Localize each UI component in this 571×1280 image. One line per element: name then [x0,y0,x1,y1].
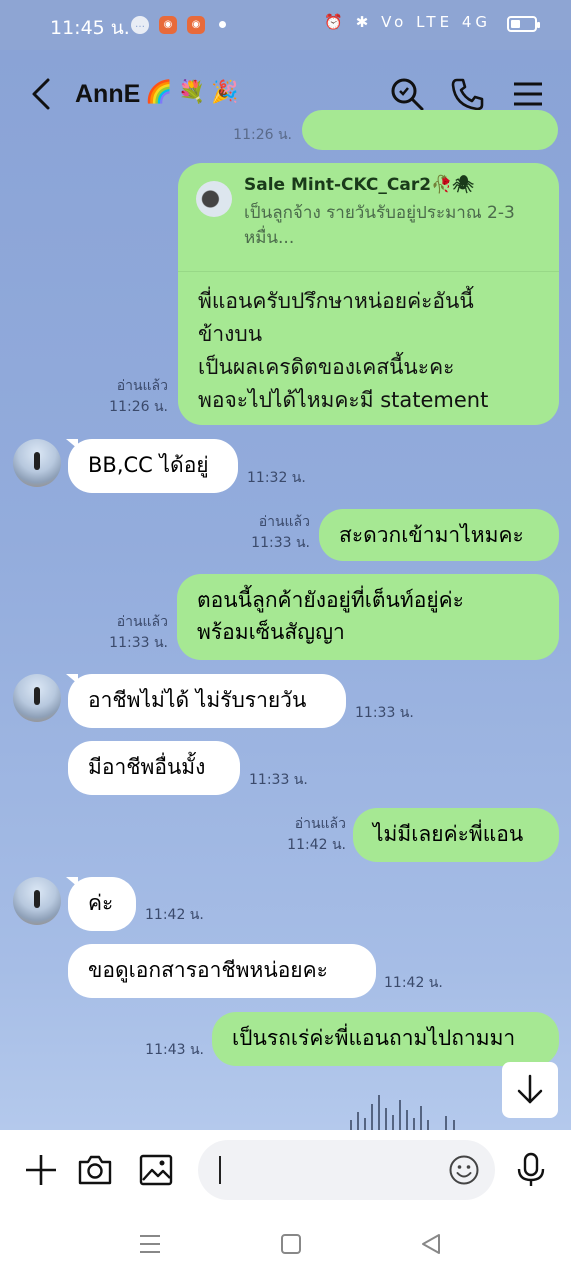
avatar[interactable] [13,877,61,925]
battery-icon [507,16,540,32]
quoted-message[interactable]: Sale Mint-CKC_Car2🥀🕷 เป็นลูกจ้าง รายวันร… [178,163,559,272]
message-bubble-outgoing[interactable]: สะดวกเข้ามาไหมคะ [319,509,559,561]
menu-lines-icon[interactable] [138,1232,162,1256]
triangle-back-icon[interactable] [419,1232,443,1256]
message-text: พี่แอนครับปรึกษาหน่อยค่ะอันนี้ ข้างบน เป… [198,289,489,412]
message-meta: อ่านแล้ว 11:26 น. [100,376,168,418]
emoji-icon[interactable] [448,1154,480,1186]
message-text: อาชีพไม่ได้ ไม่รับรายวัน [88,688,307,712]
message-text: มีอาชีพอื่นมั้ง [88,755,206,779]
message-meta: อ่านแล้ว 11:33 น. [240,512,310,554]
background-waveform [350,1095,455,1130]
message-bubble-with-reply[interactable]: Sale Mint-CKC_Car2🥀🕷 เป็นลูกจ้าง รายวันร… [178,163,559,425]
app-notification-icon: ◉ [187,16,205,34]
phone-icon[interactable] [449,76,485,112]
message-text: ขอดูเอกสารอาชีพหน่อยคะ [88,958,328,982]
message-time: 11:42 น. [384,975,443,991]
title-emoji: 💐 [178,80,206,105]
message-input[interactable] [198,1140,495,1200]
camera-icon[interactable] [77,1152,113,1188]
message-meta: อ่านแล้ว 11:33 น. [100,612,168,654]
message-time: 11:33 น. [109,635,168,651]
message-text: สะดวกเข้ามาไหมคะ [339,523,524,547]
quoted-avatar [196,181,232,217]
chat-area[interactable]: AnnE 🌈 💐 🎉 11:26 น. Sale Mint-CKC_Car2🥀🕷… [0,50,571,1130]
title-emoji: 🌈 [145,80,173,105]
avatar[interactable] [13,674,61,722]
read-receipt: อ่านแล้ว [116,614,168,630]
read-receipt: อ่านแล้ว [294,816,346,832]
message-text: ไม่มีเลยค่ะพี่แอน [373,822,524,846]
status-icons: ⏰ ✱ Vo LTE 4G [324,13,491,31]
menu-icon[interactable] [510,76,546,112]
message-time: 11:43 น. [145,1042,204,1058]
square-icon[interactable] [279,1232,303,1256]
scroll-to-bottom-button[interactable] [502,1062,558,1118]
message-time: 11:33 น. [251,535,310,551]
mic-icon[interactable] [513,1152,549,1188]
message-bubble-outgoing[interactable]: ตอนนี้ลูกค้ายังอยู่ที่เต็นท์อยู่ค่ะ พร้อ… [177,574,559,660]
message-text: ค่ะ [88,891,114,915]
message-bubble-incoming[interactable]: มีอาชีพอื่นมั้ง [68,741,240,795]
message-bubble-incoming[interactable]: BB,CC ได้อยู่ [68,439,238,493]
status-time: 11:45 น. [50,17,130,39]
message-meta: อ่านแล้ว 11:42 น. [276,814,346,856]
title-emoji: 🎉 [211,80,239,105]
chat-title[interactable]: AnnE [75,80,140,109]
message-input-bar [0,1130,571,1210]
message-bubble-partial[interactable] [302,110,558,150]
message-time: 11:32 น. [247,470,306,486]
message-time: 11:42 น. [145,907,204,923]
message-time: 11:42 น. [287,837,346,853]
message-bubble-incoming[interactable]: ขอดูเอกสารอาชีพหน่อยคะ [68,944,376,998]
plus-icon[interactable] [23,1152,59,1188]
system-nav-bar [0,1210,571,1280]
message-text: BB,CC ได้อยู่ [88,453,209,477]
message-time: 11:33 น. [249,772,308,788]
read-receipt: อ่านแล้ว [258,514,310,530]
search-icon[interactable] [389,76,425,112]
read-receipt: อ่านแล้ว [116,378,168,394]
message-text: เป็นรถเร่ค่ะพี่แอนถามไปถามมา [232,1026,516,1050]
quoted-text: เป็นลูกจ้าง รายวันรับอยู่ประมาณ 2-3 หมื่… [244,203,515,248]
message-time: 11:33 น. [355,705,414,721]
message-bubble-incoming[interactable]: ค่ะ [68,877,136,931]
app-notification-icon: ◉ [159,16,177,34]
message-time: 11:26 น. [233,127,292,143]
image-icon[interactable] [138,1152,174,1188]
back-button[interactable] [26,76,56,112]
message-bubble-incoming[interactable]: อาชีพไม่ได้ ไม่รับรายวัน [68,674,346,728]
arrow-down-icon [517,1074,543,1104]
message-bubble-outgoing[interactable]: ไม่มีเลยค่ะพี่แอน [353,808,559,862]
message-time: 11:26 น. [109,399,168,415]
status-bar: 11:45 น. … ◉ ◉ ⏰ ✱ Vo LTE 4G [0,0,571,50]
message-text: ตอนนี้ลูกค้ายังอยู่ที่เต็นท์อยู่ค่ะ พร้อ… [197,588,464,644]
message-bubble-outgoing[interactable]: เป็นรถเร่ค่ะพี่แอนถามไปถามมา [212,1012,559,1066]
line-notification-icon: … [131,16,149,34]
text-caret [219,1156,221,1184]
quoted-sender-name: Sale Mint-CKC_Car2🥀🕷 [244,175,474,195]
more-notifications-dot [219,21,226,28]
avatar[interactable] [13,439,61,487]
